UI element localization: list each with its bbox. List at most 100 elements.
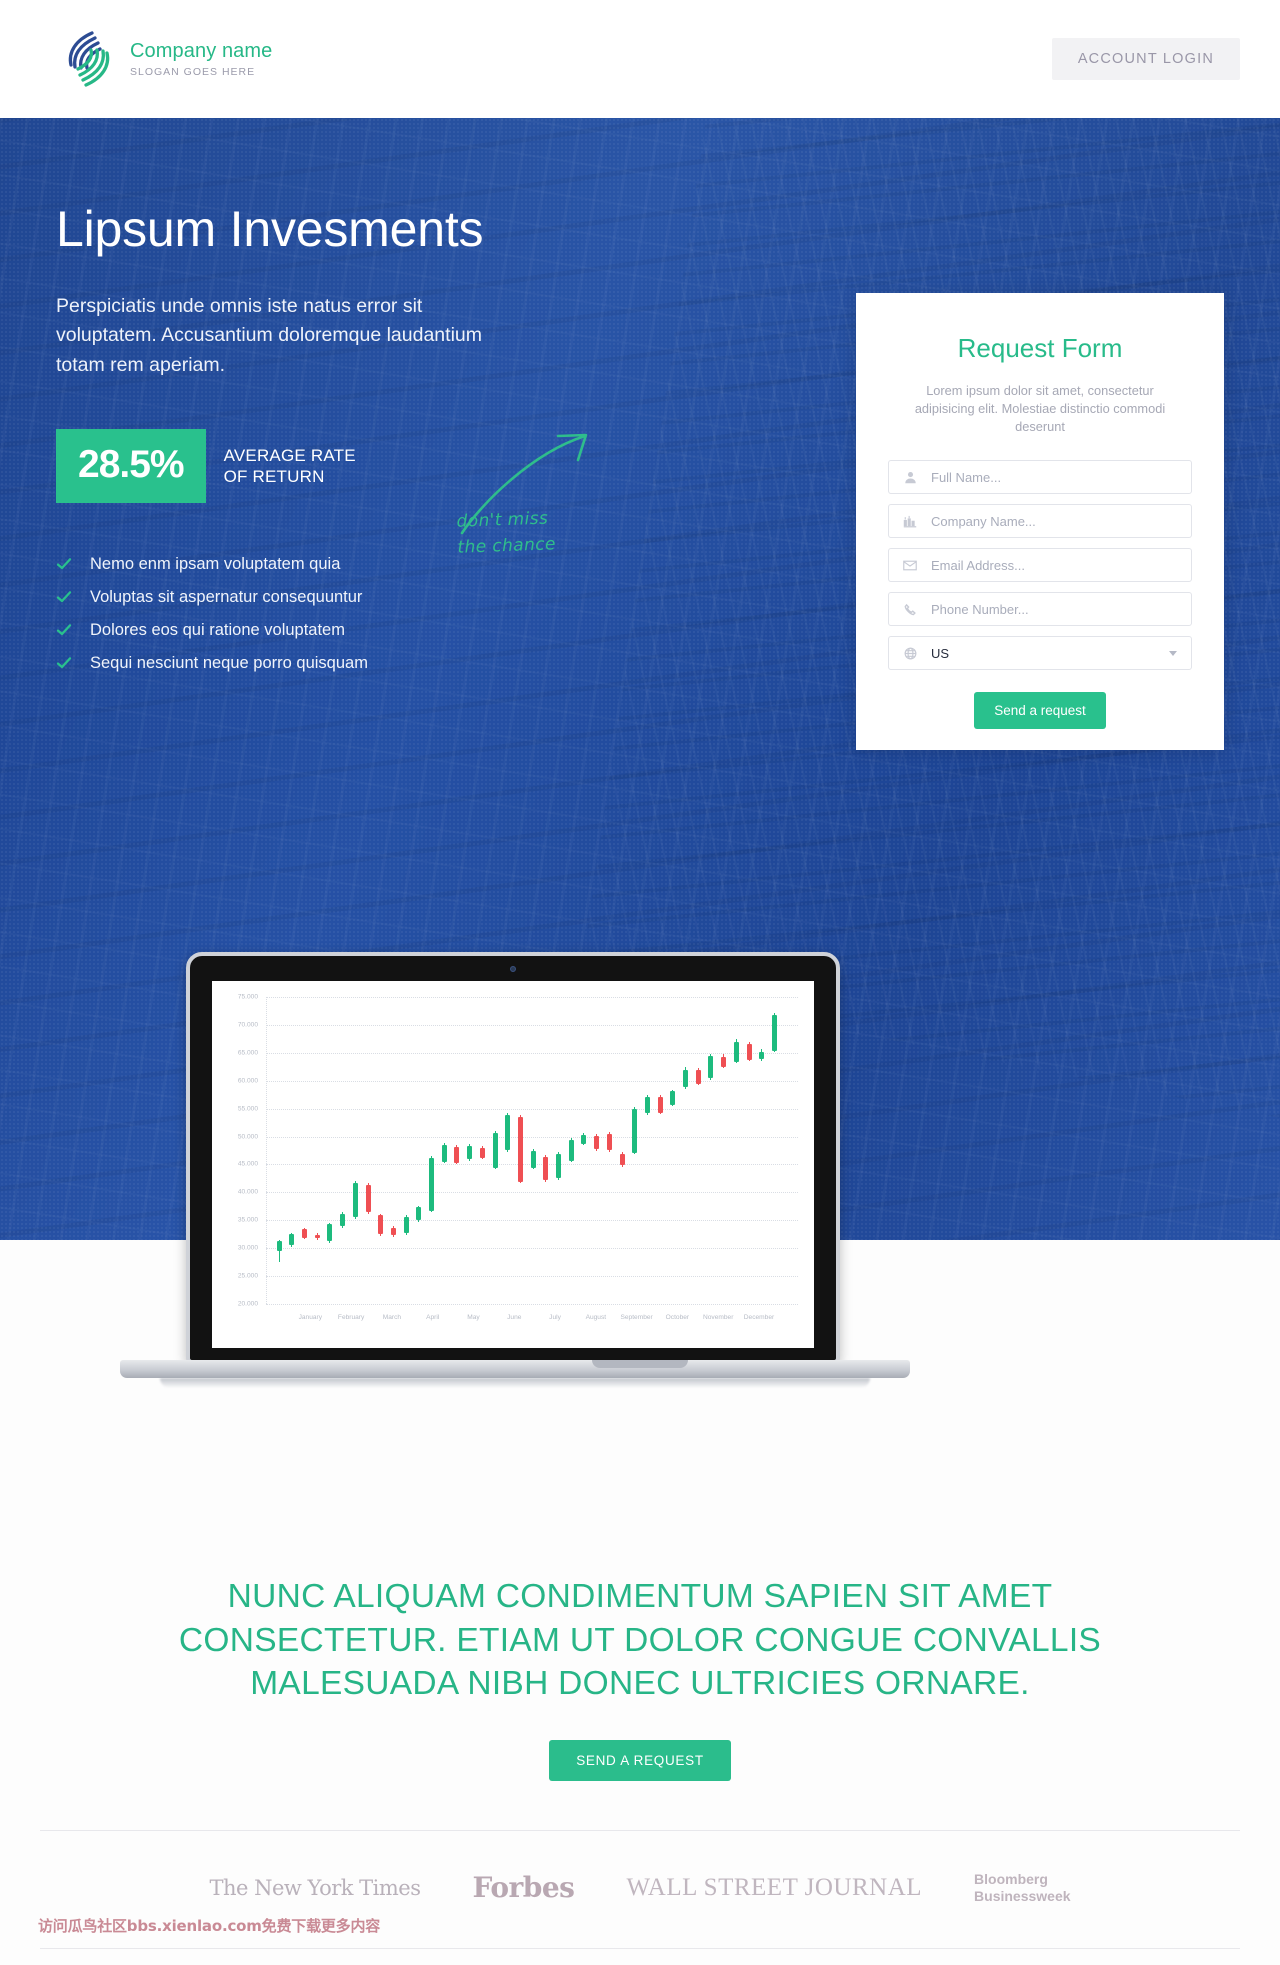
cta-block: NUNC ALIQUAM CONDIMENTUM SAPIEN SIT AMET… [0, 1575, 1280, 1781]
chart-plot-area: 20.000 25.000 30.000 35.000 40.000 45.000 50.0… [238, 994, 798, 1321]
candlestick [530, 997, 536, 1304]
cta-heading: NUNC ALIQUAM CONDIMENTUM SAPIEN SIT AMET… [178, 1578, 1102, 1703]
form-title: Request Form [957, 333, 1123, 363]
request-form-card: Request Form Lorem ipsum dolor sit amet,… [856, 293, 1224, 750]
send-request-button[interactable]: Send a request [974, 692, 1106, 730]
candlestick [416, 997, 422, 1304]
candlestick [644, 997, 650, 1304]
candlestick [352, 997, 358, 1304]
y-axis-tick-label: 75.000 [237, 993, 258, 1001]
candlestick [517, 997, 523, 1304]
bloomberg-line1: Bloomberg [974, 1871, 1048, 1888]
candlestick [657, 997, 663, 1304]
globe-icon [889, 647, 931, 660]
candlestick [771, 997, 777, 1304]
x-axis-tick-label: July [549, 1314, 561, 1321]
full-name-input[interactable] [931, 469, 1191, 485]
y-axis-tick-label: 45.000 [237, 1160, 258, 1168]
brand-slogan: SLOGAN GOES HERE [130, 66, 256, 78]
check-icon [56, 655, 72, 671]
envelope-icon [889, 560, 931, 571]
x-axis-tick-label: March [382, 1314, 402, 1321]
site-header: Company name SLOGAN GOES HERE ACCOUNT LO… [0, 0, 1280, 118]
candlestick [467, 997, 473, 1304]
candlestick [302, 997, 308, 1304]
company-name-field[interactable] [888, 504, 1192, 539]
list-item: Sequi nesciunt neque porro quisquam [56, 654, 616, 673]
x-axis-tick-label: January [298, 1314, 323, 1321]
x-axis-tick-label: September [620, 1314, 653, 1321]
check-icon [56, 556, 72, 572]
candlestick [276, 997, 282, 1304]
email-address-input[interactable] [931, 557, 1191, 573]
company-name-input[interactable] [931, 513, 1191, 529]
y-axis [266, 997, 267, 1304]
brand-name: Company name [130, 40, 273, 62]
email-address-field[interactable] [888, 548, 1192, 583]
chevron-down-icon[interactable] [1169, 651, 1177, 657]
webcam-icon [510, 966, 516, 972]
laptop-mockup: 20.000 25.000 30.000 35.000 40.000 45.000 50.0… [0, 855, 1280, 1515]
country-select[interactable]: US [888, 636, 1192, 671]
account-login-button[interactable]: ACCOUNT LOGIN [1051, 38, 1240, 80]
candlestick [492, 997, 498, 1304]
press-logos-section: The New York Times Forbes WALL STREET JO… [0, 1830, 1280, 1914]
laptop-base [120, 1360, 910, 1378]
candlestick-chart: 20.000 25.000 30.000 35.000 40.000 45.000 50.0… [212, 981, 814, 1348]
cta-send-request-button[interactable]: SEND A REQUEST [549, 1739, 731, 1781]
swirl-leaf-logo-icon [62, 28, 116, 90]
x-axis-tick-label: May [467, 1314, 480, 1321]
candlestick [340, 997, 346, 1304]
phone-number-input[interactable] [931, 601, 1191, 617]
candlestick [733, 997, 739, 1304]
gridline [266, 1304, 798, 1305]
phone-number-field[interactable] [888, 592, 1192, 627]
logo-new-york-times: The New York Times [209, 1875, 421, 1900]
annotation-line2: the chance [457, 533, 557, 558]
candlestick [365, 997, 371, 1304]
candlestick [683, 997, 689, 1304]
watermark-text: 访问瓜鸟社区bbs.xienlao.com免费下载更多内容 [38, 1917, 381, 1935]
y-axis-tick-label: 50.000 [237, 1133, 258, 1141]
annotation-line1: don't miss [456, 508, 549, 532]
candlestick [581, 997, 587, 1304]
x-axis-tick-label: October [665, 1314, 690, 1321]
x-axis-tick-label: June [507, 1314, 522, 1321]
candlestick [429, 997, 435, 1304]
footer-rule [40, 1948, 1240, 1949]
candlestick [289, 997, 295, 1304]
y-axis-tick-label: 70.000 [237, 1021, 258, 1029]
y-axis-tick-label: 55.000 [237, 1105, 258, 1113]
rate-label-line2: OF RETURN [223, 466, 325, 486]
candlestick [594, 997, 600, 1304]
candlestick [746, 997, 752, 1304]
candlestick [556, 997, 562, 1304]
x-axis-tick-label: February [337, 1314, 365, 1321]
candlestick [479, 997, 485, 1304]
y-axis-tick-label: 20.000 [237, 1300, 258, 1308]
laptop-screen: 20.000 25.000 30.000 35.000 40.000 45.000 50.0… [212, 981, 814, 1348]
check-icon [56, 589, 72, 605]
candlestick [670, 997, 676, 1304]
full-name-field[interactable] [888, 460, 1192, 495]
candlestick [327, 997, 333, 1304]
feature-label: Nemo enm ipsam voluptatem quia [90, 554, 341, 573]
send-request-wrap: Send a request [888, 692, 1192, 730]
brand[interactable]: Company name SLOGAN GOES HERE [62, 28, 272, 90]
y-axis-tick-label: 65.000 [237, 1049, 258, 1057]
candlestick [454, 997, 460, 1304]
x-axis-tick-label: December [743, 1314, 775, 1321]
list-item: Dolores eos qui ratione voluptatem [56, 621, 616, 640]
candlestick [378, 997, 384, 1304]
candlestick [314, 997, 320, 1304]
check-icon [56, 622, 72, 638]
average-rate-stat: 28.5% AVERAGE RATE OF RETURN [56, 428, 386, 503]
feature-label: Dolores eos qui ratione voluptatem [90, 620, 345, 639]
page-title: Lipsum Invesments [56, 201, 484, 257]
laptop-notch [592, 1360, 688, 1368]
laptop-lid: 20.000 25.000 30.000 35.000 40.000 45.000 50.0… [186, 952, 840, 1364]
x-axis-tick-label: November [702, 1314, 734, 1321]
factory-icon [889, 515, 931, 528]
candlestick [721, 997, 727, 1304]
form-description: Lorem ipsum dolor sit amet, consectetur … [914, 383, 1166, 435]
